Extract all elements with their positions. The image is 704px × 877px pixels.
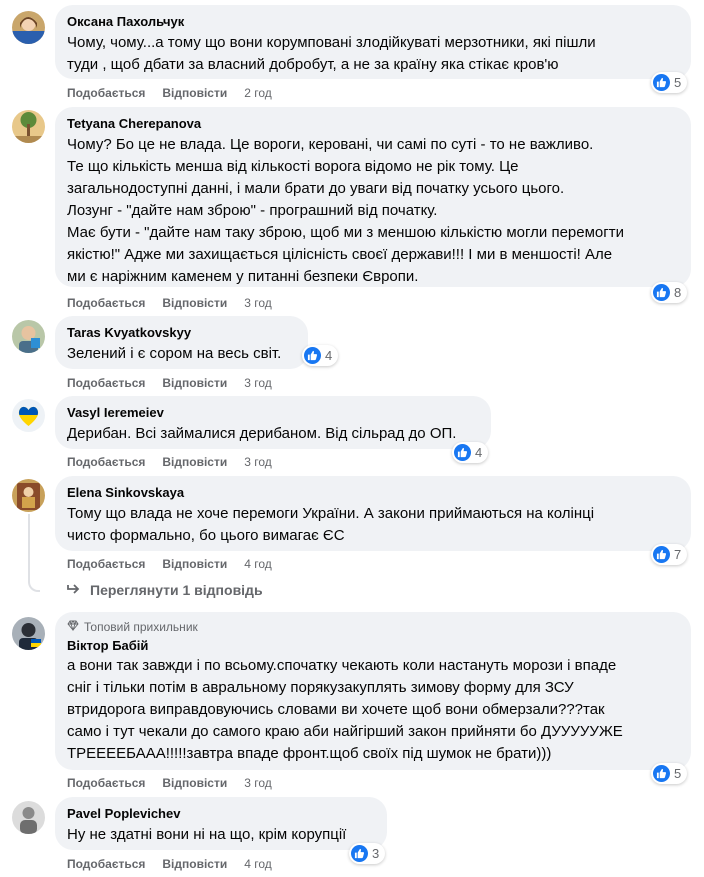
comment-text: Дерибан. Всі займалися дерибаном. Від сі…: [67, 425, 457, 442]
reaction-count[interactable]: 8: [651, 282, 688, 303]
reply-button[interactable]: Відповісти: [162, 85, 227, 101]
comment-author[interactable]: Pavel Poplevichev: [67, 805, 375, 822]
comment-author[interactable]: Tetyana Cherepanova: [67, 115, 679, 132]
reply-button[interactable]: Відповісти: [162, 295, 227, 311]
view-replies-link[interactable]: Переглянути 1 відповідь: [67, 582, 263, 598]
timestamp[interactable]: 2 год: [244, 85, 272, 101]
reply-thread-line: [28, 514, 40, 592]
comment-author[interactable]: Vasyl Ieremeiev: [67, 404, 479, 421]
avatar[interactable]: [12, 801, 45, 834]
comment-actions: Подобається Відповісти 3 год: [67, 775, 272, 791]
reaction-count[interactable]: 7: [651, 544, 688, 565]
thumbs-up-icon: [304, 347, 321, 364]
thumbs-up-icon: [351, 845, 368, 862]
comment-bubble: Топовий прихильник Віктор Бабій а вони т…: [55, 612, 691, 770]
comment-bubble: Pavel Poplevichev Ну не здатні вони ні н…: [55, 797, 387, 850]
like-button[interactable]: Подобається: [67, 375, 145, 391]
avatar[interactable]: [12, 479, 45, 512]
timestamp[interactable]: 4 год: [244, 856, 272, 872]
like-button[interactable]: Подобається: [67, 454, 145, 470]
avatar[interactable]: [12, 11, 45, 44]
reaction-count[interactable]: 3: [349, 843, 386, 864]
comment-actions: Подобається Відповісти 2 год: [67, 85, 272, 101]
comment-actions: Подобається Відповісти 4 год: [67, 856, 272, 872]
comment-text: Зелений і є сором на весь світ.: [67, 345, 282, 362]
thumbs-up-icon: [454, 444, 471, 461]
comment-text: Чому, чому...а тому що вони корумповані …: [67, 34, 596, 73]
like-button[interactable]: Подобається: [67, 775, 145, 791]
timestamp[interactable]: 3 год: [244, 295, 272, 311]
like-button[interactable]: Подобається: [67, 85, 145, 101]
timestamp[interactable]: 3 год: [244, 775, 272, 791]
avatar[interactable]: [12, 617, 45, 650]
comment-text: Тому що влада не хоче перемоги України. …: [67, 505, 595, 544]
comment-actions: Подобається Відповісти 3 год: [67, 375, 272, 391]
comment-author[interactable]: Віктор Бабій: [67, 637, 679, 654]
comment-bubble: Оксана Пахольчук Чому, чому...а тому що …: [55, 5, 691, 79]
comment-author[interactable]: Taras Kvyatkovskyy: [67, 324, 296, 341]
comment-author[interactable]: Elena Sinkovskaya: [67, 484, 679, 501]
comment-actions: Подобається Відповісти 4 год: [67, 556, 272, 572]
reaction-count[interactable]: 5: [651, 763, 688, 784]
comment-text: Ну не здатні вони ні на що, крім корупці…: [67, 826, 347, 843]
thumbs-up-icon: [653, 765, 670, 782]
reaction-count[interactable]: 4: [302, 345, 339, 366]
comment-text: а вони так завжди і по всьому.спочатку ч…: [67, 657, 623, 762]
top-fan-badge: Топовий прихильник: [67, 620, 679, 635]
comment-text: Чому? Бо це не влада. Це вороги, керован…: [67, 136, 624, 285]
reply-button[interactable]: Відповісти: [162, 856, 227, 872]
reply-button[interactable]: Відповісти: [162, 375, 227, 391]
reply-arrow-icon: [67, 582, 81, 598]
reply-button[interactable]: Відповісти: [162, 454, 227, 470]
reaction-count[interactable]: 4: [452, 442, 489, 463]
comment-bubble: Tetyana Cherepanova Чому? Бо це не влада…: [55, 107, 691, 287]
avatar[interactable]: [12, 320, 45, 353]
reply-button[interactable]: Відповісти: [162, 775, 227, 791]
comment-actions: Подобається Відповісти 3 год: [67, 295, 272, 311]
timestamp[interactable]: 4 год: [244, 556, 272, 572]
comment-author[interactable]: Оксана Пахольчук: [67, 13, 679, 30]
comment-bubble: Vasyl Ieremeiev Дерибан. Всі займалися д…: [55, 396, 491, 449]
like-button[interactable]: Подобається: [67, 295, 145, 311]
comment-bubble: Taras Kvyatkovskyy Зелений і є сором на …: [55, 316, 308, 369]
thumbs-up-icon: [653, 74, 670, 91]
reply-button[interactable]: Відповісти: [162, 556, 227, 572]
comment-bubble: Elena Sinkovskaya Тому що влада не хоче …: [55, 476, 691, 551]
comment-actions: Подобається Відповісти 3 год: [67, 454, 272, 470]
avatar[interactable]: [12, 110, 45, 143]
like-button[interactable]: Подобається: [67, 556, 145, 572]
reaction-count[interactable]: 5: [651, 72, 688, 93]
avatar[interactable]: [12, 399, 45, 432]
thumbs-up-icon: [653, 284, 670, 301]
like-button[interactable]: Подобається: [67, 856, 145, 872]
timestamp[interactable]: 3 год: [244, 375, 272, 391]
thumbs-up-icon: [653, 546, 670, 563]
diamond-icon: [67, 620, 79, 635]
timestamp[interactable]: 3 год: [244, 454, 272, 470]
